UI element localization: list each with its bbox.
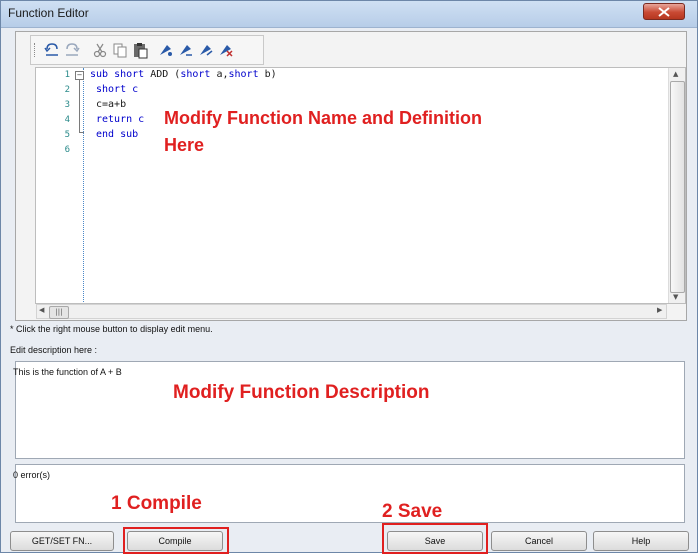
close-button[interactable] — [643, 3, 685, 20]
tool-2-button[interactable] — [177, 41, 195, 59]
line-number: 3 — [64, 100, 70, 110]
undo-button[interactable] — [43, 41, 61, 59]
line-number-gutter: 1 2 3 4 5 6 — [36, 68, 84, 303]
toolbar-grip[interactable] — [34, 43, 37, 57]
help-button[interactable]: Help — [593, 531, 689, 551]
paste-icon — [134, 43, 148, 59]
window-title: Function Editor — [8, 6, 89, 20]
line-number: 1 — [64, 70, 70, 80]
editor-toolbar — [30, 35, 264, 65]
code-line-5: end sub — [96, 129, 139, 140]
code-line-2: short c — [96, 84, 139, 95]
undo-icon — [44, 43, 58, 56]
tool-4-icon — [220, 45, 233, 57]
line-number: 5 — [64, 130, 70, 140]
line-number: 6 — [64, 145, 70, 155]
fold-guide-end — [79, 132, 84, 133]
compile-highlight-box — [123, 527, 229, 554]
fold-toggle-icon[interactable]: − — [75, 71, 84, 80]
get-set-fn-button[interactable]: GET/SET FN... — [10, 531, 114, 551]
scroll-down-icon[interactable]: ▼ — [673, 293, 678, 301]
description-value: This is the function of A + B — [13, 367, 122, 377]
tool-4-button[interactable] — [217, 41, 235, 59]
vertical-scrollbar[interactable]: ▲ ▼ — [668, 68, 685, 303]
vertical-scroll-thumb[interactable] — [670, 81, 685, 293]
code-line-4: return c — [96, 114, 145, 125]
description-annotation: Modify Function Description — [173, 382, 430, 403]
cut-button[interactable] — [91, 41, 109, 59]
paste-button[interactable] — [131, 41, 149, 59]
save-annotation: 2 Save — [382, 501, 443, 522]
tool-3-button[interactable] — [197, 41, 215, 59]
code-line-3: c=a+b — [96, 99, 127, 110]
scroll-left-icon[interactable]: ◀ — [39, 306, 44, 314]
edit-menu-hint: * Click the right mouse button to displa… — [10, 324, 213, 334]
function-annotation: Modify Function Name and Definition Here — [164, 108, 482, 155]
horizontal-scrollbar[interactable]: ◀ ||| ▶ — [36, 304, 667, 319]
cancel-button[interactable]: Cancel — [491, 531, 587, 551]
scroll-right-icon[interactable]: ▶ — [657, 306, 662, 314]
scroll-up-icon[interactable]: ▲ — [673, 70, 678, 78]
tool-1-button[interactable] — [157, 41, 175, 59]
copy-button[interactable] — [111, 41, 129, 59]
tool-2-icon — [180, 45, 192, 56]
horizontal-scroll-thumb[interactable]: ||| — [49, 306, 69, 319]
function-editor-window: Function Editor 1 2 3 4 5 6 − sub short … — [0, 0, 698, 554]
editor-frame: 1 2 3 4 5 6 − sub short ADD (short a,sho… — [15, 31, 687, 321]
copy-icon — [113, 43, 127, 58]
compile-annotation: 1 Compile — [111, 493, 202, 514]
cut-icon — [93, 43, 107, 58]
redo-icon — [66, 43, 80, 56]
error-count: 0 error(s) — [13, 470, 51, 480]
tool-1-icon — [160, 45, 172, 56]
save-highlight-box — [382, 523, 488, 554]
fold-guide — [79, 80, 80, 133]
line-number: 2 — [64, 85, 70, 95]
description-label: Edit description here : — [10, 345, 98, 355]
redo-button[interactable] — [63, 41, 81, 59]
code-editor[interactable]: 1 2 3 4 5 6 − sub short ADD (short a,sho… — [35, 67, 686, 304]
code-line-1: sub short ADD (short a,short b) — [90, 69, 277, 80]
tool-3-icon — [200, 45, 213, 56]
line-number: 4 — [64, 115, 70, 125]
title-bar: Function Editor — [1, 1, 697, 28]
close-icon — [658, 7, 670, 17]
